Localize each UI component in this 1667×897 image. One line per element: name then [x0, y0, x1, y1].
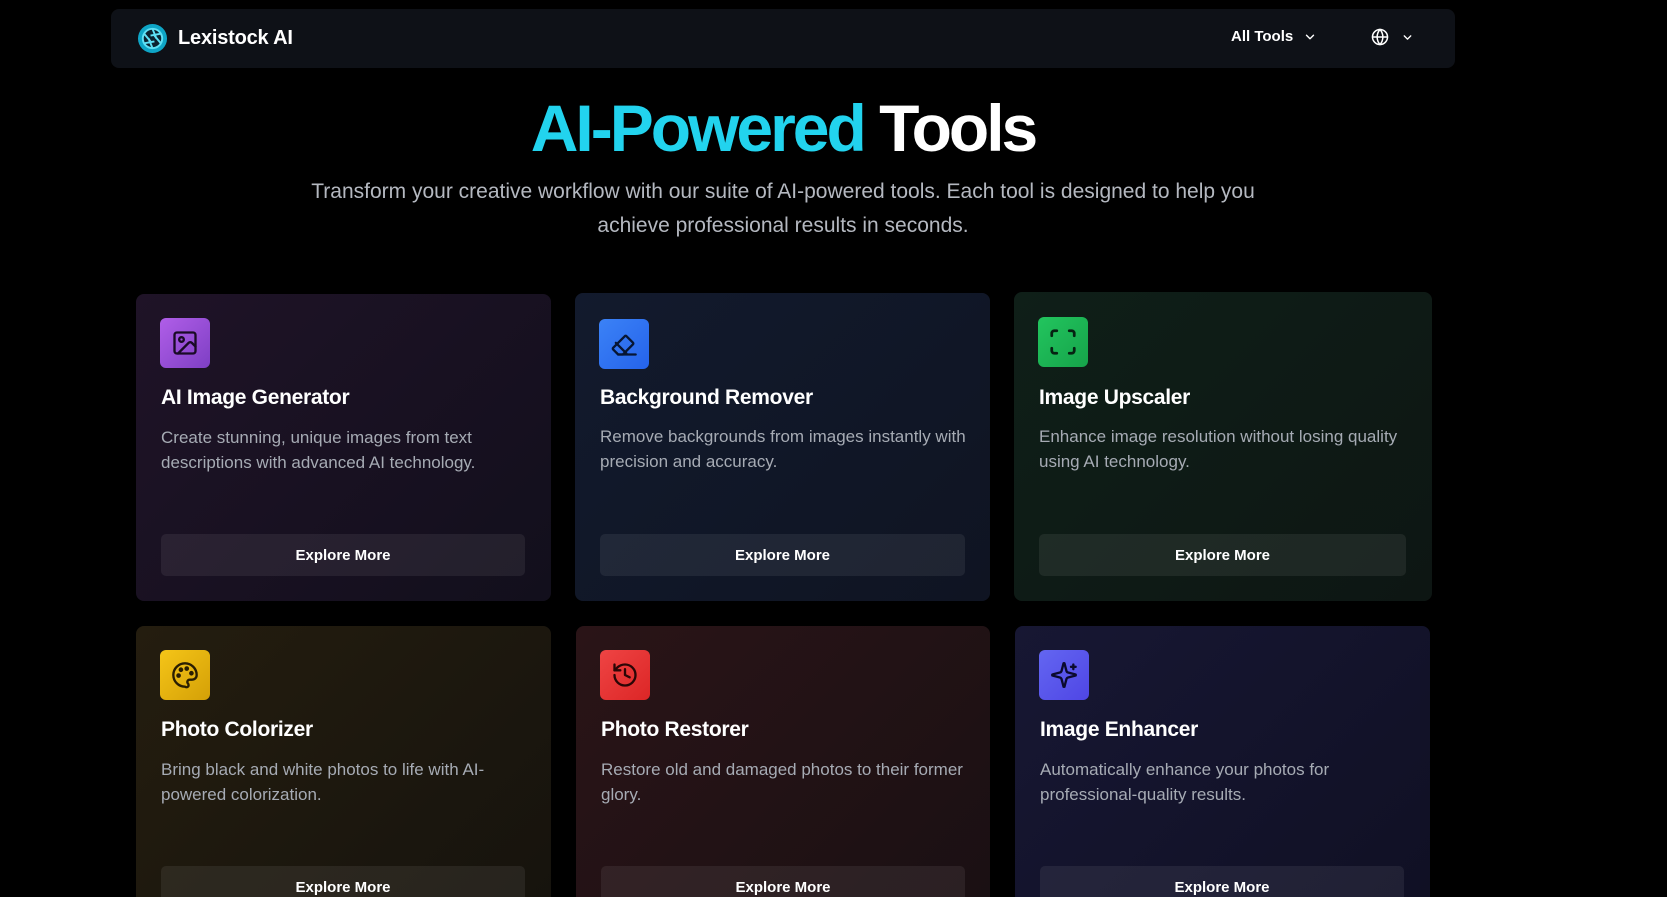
brand-name: Lexistock AI — [178, 27, 293, 49]
tool-card-title: Photo Colorizer — [161, 718, 313, 741]
page-title-rest: Tools — [879, 91, 1038, 165]
sparkles-icon — [1039, 650, 1089, 700]
aperture-logo-icon — [137, 23, 168, 54]
tool-card-title: AI Image Generator — [161, 386, 350, 409]
explore-more-button[interactable]: Explore More — [161, 534, 525, 576]
tool-card-title: Image Upscaler — [1039, 386, 1191, 409]
page-title: AI-Powered Tools — [0, 86, 1566, 170]
language-selector[interactable] — [1371, 28, 1414, 46]
history-icon — [600, 650, 650, 700]
tool-card-image-upscaler: Image Upscaler Enhance image resolution … — [1014, 292, 1432, 601]
tool-card-ai-image-generator: AI Image Generator Create stunning, uniq… — [136, 294, 551, 601]
tool-card-description: Enhance image resolution without losing … — [1039, 427, 1398, 471]
explore-more-button[interactable]: Explore More — [1040, 866, 1404, 897]
brand-logo-link[interactable]: Lexistock AI — [137, 23, 293, 54]
tool-card-title: Photo Restorer — [601, 718, 749, 741]
eraser-icon — [599, 319, 649, 369]
expand-icon — [1038, 317, 1088, 367]
tool-card-description: Automatically enhance your photos for pr… — [1040, 760, 1330, 804]
explore-more-button[interactable]: Explore More — [600, 534, 965, 576]
tool-card-image-enhancer: Image Enhancer Automatically enhance you… — [1015, 626, 1430, 897]
all-tools-dropdown[interactable]: All Tools — [1231, 28, 1317, 45]
tool-card-background-remover: Background Remover Remove backgrounds fr… — [575, 293, 990, 601]
chevron-down-icon — [1401, 31, 1414, 44]
tool-card-description: Bring black and white photos to life wit… — [161, 760, 485, 804]
explore-more-button[interactable]: Explore More — [601, 866, 965, 897]
globe-icon — [1371, 28, 1389, 46]
tool-card-photo-restorer: Photo Restorer Restore old and damaged p… — [576, 626, 990, 897]
tool-card-description: Remove backgrounds from images instantly… — [600, 427, 966, 471]
page: Lexistock AI All Tools AI-Powered Tools … — [0, 0, 1667, 897]
explore-more-button[interactable]: Explore More — [161, 866, 525, 897]
tool-card-title: Background Remover — [600, 386, 813, 409]
all-tools-label: All Tools — [1231, 28, 1294, 45]
chevron-down-icon — [1303, 30, 1317, 44]
palette-icon — [160, 650, 210, 700]
tool-card-title: Image Enhancer — [1040, 718, 1199, 741]
tool-card-photo-colorizer: Photo Colorizer Bring black and white ph… — [136, 626, 551, 897]
page-title-accent: AI-Powered — [530, 91, 867, 165]
image-icon — [160, 318, 210, 368]
tool-card-description: Restore old and damaged photos to their … — [601, 760, 963, 804]
tool-card-description: Create stunning, unique images from text… — [161, 428, 476, 472]
top-navbar: Lexistock AI All Tools — [111, 9, 1455, 68]
page-subtitle: Transform your creative workflow with ou… — [311, 180, 1255, 237]
explore-more-button[interactable]: Explore More — [1039, 534, 1406, 576]
